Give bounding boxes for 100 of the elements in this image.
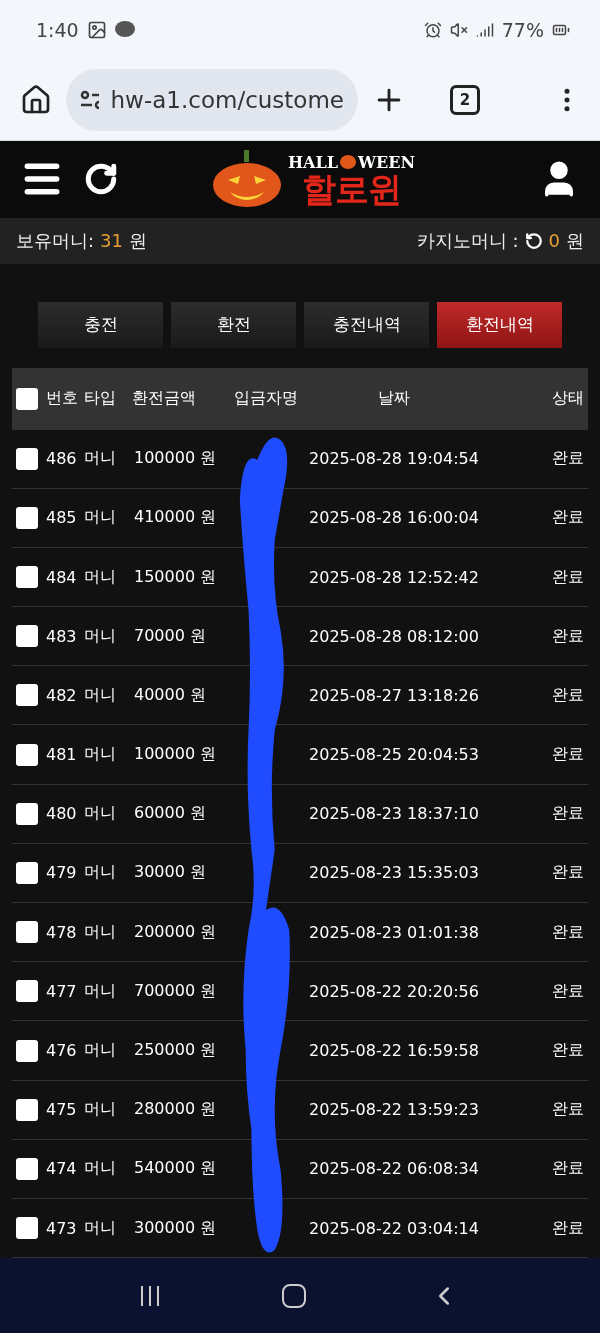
table-cell-text: 481 bbox=[45, 745, 78, 765]
table-cell-text: 2025-08-28 16:00:04 bbox=[308, 508, 480, 528]
table-cell-text: 485 bbox=[45, 508, 78, 528]
table-cell-text: 473 bbox=[45, 1218, 78, 1238]
table-cell-text: 머니 bbox=[84, 1040, 117, 1061]
table-cell-text: 410000 원 bbox=[133, 507, 218, 529]
logo-text: HALL bbox=[288, 152, 339, 172]
table-cell-text: 완료 bbox=[551, 1040, 584, 1061]
alarm-icon bbox=[423, 20, 442, 39]
table-cell-text: 머니 bbox=[84, 803, 117, 825]
checkbox[interactable] bbox=[16, 743, 38, 766]
mute-icon bbox=[449, 20, 468, 39]
table-cell-text: 완료 bbox=[551, 980, 584, 1002]
table-cell-text: 머니 bbox=[84, 625, 117, 647]
checkbox[interactable] bbox=[16, 980, 38, 1003]
table-cell-text: 머니 bbox=[84, 566, 117, 588]
table-cell-text: 2025-08-22 06:08:34 bbox=[308, 1159, 480, 1179]
checkbox[interactable] bbox=[16, 802, 38, 825]
table-cell-text: 머니 bbox=[84, 1099, 117, 1121]
table-cell-text: 2025-08-23 01:01:38 bbox=[308, 922, 480, 942]
checkbox[interactable] bbox=[16, 1039, 38, 1062]
table-cell-text: 완료 bbox=[551, 684, 584, 706]
table-cell-text: 2025-08-25 20:04:53 bbox=[308, 745, 480, 765]
table-cell-text: 70000 원 bbox=[133, 625, 207, 647]
table-cell-text: 30000 원 bbox=[133, 862, 207, 884]
checkbox[interactable] bbox=[16, 566, 38, 588]
table-cell-text: 머니 bbox=[84, 448, 117, 470]
table-cell-text: 482 bbox=[45, 685, 78, 705]
clock-time: 1:40 bbox=[36, 18, 79, 41]
address-bar[interactable]: hw-a1.com/custome bbox=[66, 68, 358, 131]
table-cell-text: 100000 원 bbox=[133, 744, 218, 766]
checkbox[interactable] bbox=[16, 506, 38, 529]
table-cell-text: 60000 원 bbox=[133, 803, 207, 825]
home-icon[interactable] bbox=[20, 83, 52, 116]
table-cell-text: 완료 bbox=[551, 448, 584, 470]
table-cell-text: 700000 원 bbox=[133, 980, 218, 1002]
table-cell-text: 머니 bbox=[84, 862, 117, 884]
column-header: 타입 bbox=[84, 388, 117, 410]
table-cell-text: 완료 bbox=[551, 507, 584, 529]
table-cell-text: 완료 bbox=[551, 803, 584, 825]
table-cell-text: 476 bbox=[45, 1041, 78, 1060]
checkbox[interactable] bbox=[16, 1157, 38, 1180]
table-cell-text: 486 bbox=[45, 449, 78, 469]
table-cell-text: 머니 bbox=[84, 684, 117, 706]
table-cell-text: 완료 bbox=[551, 921, 584, 943]
table-cell-text: 40000 원 bbox=[133, 684, 207, 706]
tab[interactable]: 환전내역 bbox=[437, 301, 562, 348]
table-cell-text: 484 bbox=[45, 567, 78, 587]
currency-unit: 원 bbox=[129, 228, 147, 253]
table-cell-text: 300000 원 bbox=[133, 1217, 218, 1239]
table-cell-text: 2025-08-22 03:04:14 bbox=[308, 1218, 480, 1238]
table-cell-text: 480 bbox=[45, 804, 78, 824]
checkbox[interactable] bbox=[16, 1217, 38, 1240]
table-cell-text: 540000 원 bbox=[133, 1158, 218, 1180]
table-cell-text: 2025-08-27 13:18:26 bbox=[308, 685, 480, 705]
table-cell-text: 479 bbox=[45, 863, 78, 883]
casino-balance-label: 카지노머니 : bbox=[416, 228, 519, 253]
table-cell-text: 머니 bbox=[84, 744, 117, 766]
checkbox[interactable] bbox=[16, 1098, 38, 1121]
battery-percent: 77% bbox=[501, 18, 544, 41]
refresh-icon[interactable] bbox=[524, 231, 543, 250]
home-icon[interactable] bbox=[282, 1283, 306, 1308]
column-header: 날짜 bbox=[377, 388, 411, 410]
balance-label: 보유머니: bbox=[16, 228, 95, 253]
table-cell-text: 475 bbox=[45, 1100, 78, 1120]
table-cell-text: 완료 bbox=[551, 625, 584, 647]
tab-count-button[interactable]: 2 bbox=[450, 84, 480, 115]
checkbox[interactable] bbox=[16, 921, 38, 944]
table-cell-text: 100000 원 bbox=[133, 448, 218, 470]
checkbox[interactable] bbox=[16, 387, 38, 410]
table-cell-text: 머니 bbox=[84, 921, 117, 943]
column-header: 환전금액 bbox=[131, 388, 197, 410]
logo-text: WEEN bbox=[358, 152, 415, 172]
table-cell-text: 280000 원 bbox=[133, 1099, 218, 1121]
checkbox[interactable] bbox=[16, 625, 38, 648]
casino-balance-amount: 0 bbox=[548, 230, 560, 252]
table-cell-text: 완료 bbox=[551, 744, 584, 766]
table-cell-text: 2025-08-23 18:37:10 bbox=[308, 804, 480, 824]
recent-apps-icon[interactable] bbox=[141, 1285, 160, 1306]
tab[interactable]: 충전내역 bbox=[304, 301, 429, 348]
table-cell-text: 머니 bbox=[84, 980, 117, 1002]
checkbox[interactable] bbox=[16, 861, 38, 884]
table-cell-text: 478 bbox=[45, 922, 78, 942]
tab[interactable]: 환전 bbox=[171, 301, 296, 348]
table-cell-text: 완료 bbox=[551, 1099, 584, 1121]
table-cell-text: 474 bbox=[45, 1159, 78, 1179]
checkbox[interactable] bbox=[16, 684, 38, 707]
table-cell-text: 150000 원 bbox=[133, 566, 218, 588]
column-header: 입금자명 bbox=[233, 388, 296, 410]
table-cell-text: 머니 bbox=[84, 1217, 117, 1239]
logo-title: 할로윈 bbox=[302, 171, 401, 206]
site-settings-icon bbox=[80, 89, 99, 110]
table-cell-text: 483 bbox=[45, 626, 78, 646]
tab[interactable]: 충전 bbox=[38, 301, 163, 348]
table-cell-text: 250000 원 bbox=[133, 1040, 218, 1061]
refresh-icon[interactable] bbox=[84, 162, 118, 197]
table-cell-text: 완료 bbox=[551, 566, 584, 588]
table-cell-text: 2025-08-22 13:59:23 bbox=[308, 1100, 480, 1120]
checkbox[interactable] bbox=[16, 447, 38, 470]
table-cell-text: 2025-08-28 08:12:00 bbox=[308, 626, 480, 646]
